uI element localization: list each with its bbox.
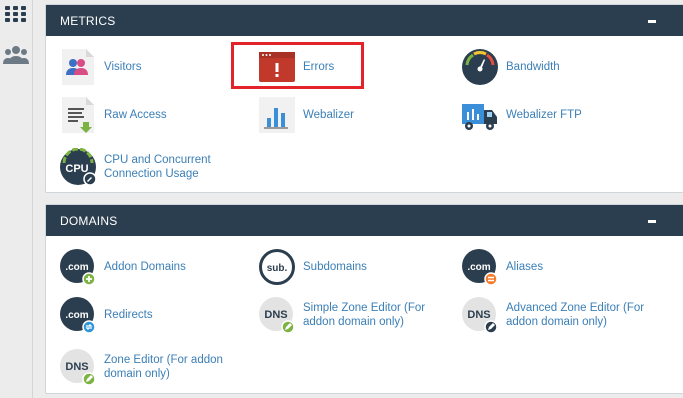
redirects-icon: .com (59, 296, 97, 334)
aliases-link[interactable]: .com Aliases (461, 248, 543, 286)
raw-access-label: Raw Access (104, 109, 167, 121)
cpu-icon: CPU (59, 148, 97, 186)
webalizer-ftp-icon (461, 96, 499, 134)
aliases-icon: .com (461, 248, 499, 286)
redirects-label: Redirects (104, 309, 153, 321)
advanced-zone-editor-icon: DNS (461, 296, 499, 334)
visitors-label: Visitors (104, 61, 142, 73)
zone-editor-link[interactable]: DNS Zone Editor (For addon domain only) (59, 348, 239, 386)
webalizer-link[interactable]: Webalizer (258, 96, 354, 134)
webalizer-icon (258, 96, 296, 134)
errors-label: Errors (303, 61, 335, 73)
zone-editor-label: Zone Editor (For addon domain only) (104, 354, 223, 380)
visitors-icon (59, 48, 97, 86)
collapse-domains-icon[interactable] (646, 214, 660, 228)
addon-domains-link[interactable]: .com Addon Domains (59, 248, 186, 286)
bandwidth-label: Bandwidth (506, 61, 560, 73)
addon-domains-icon: .com (59, 248, 97, 286)
addon-domains-icon-text: .com (65, 262, 88, 273)
webalizer-ftp-label: Webalizer FTP (506, 109, 582, 121)
metrics-panel-title: METRICS (60, 13, 116, 28)
webalizer-label: Webalizer (303, 109, 354, 121)
advanced-zone-editor-icon-text: DNS (467, 309, 490, 321)
raw-access-link[interactable]: Raw Access (59, 96, 167, 134)
addon-domains-label: Addon Domains (104, 261, 186, 273)
zone-editor-icon-text: DNS (65, 361, 88, 373)
simple-zone-editor-icon-text: DNS (264, 309, 287, 321)
collapse-metrics-icon[interactable] (646, 14, 660, 28)
redirects-link[interactable]: .com Redirects (59, 296, 153, 334)
sidebar (0, 0, 33, 398)
subdomains-icon: sub. (258, 248, 296, 286)
simple-zone-editor-icon: DNS (258, 296, 296, 334)
simple-zone-editor-link[interactable]: DNS Simple Zone Editor (For addon domain… (258, 296, 438, 334)
redirects-icon-text: .com (65, 310, 88, 321)
bandwidth-link[interactable]: Bandwidth (461, 48, 560, 86)
errors-link[interactable]: Errors (258, 48, 334, 86)
users-icon[interactable] (0, 44, 32, 72)
bandwidth-icon (461, 48, 499, 86)
subdomains-icon-text: sub. (267, 263, 288, 274)
aliases-label: Aliases (506, 261, 544, 273)
subdomains-link[interactable]: sub. Subdomains (258, 248, 367, 286)
cpu-icon-text: CPU (65, 163, 88, 175)
subdomains-label: Subdomains (303, 261, 367, 273)
raw-access-icon (59, 96, 97, 134)
advanced-zone-editor-label: Advanced Zone Editor (For addon domain o… (506, 302, 645, 328)
webalizer-ftp-link[interactable]: Webalizer FTP (461, 96, 582, 134)
aliases-icon-text: .com (467, 262, 490, 273)
cpu-usage-label: CPU and Concurrent Connection Usage (104, 154, 211, 180)
domains-panel-header[interactable]: DOMAINS (46, 205, 683, 236)
metrics-panel-header[interactable]: METRICS (46, 5, 683, 36)
cpu-usage-link[interactable]: CPU CPU and Concurrent Connection Usage (59, 148, 229, 186)
simple-zone-editor-label: Simple Zone Editor (For addon domain onl… (303, 302, 426, 328)
advanced-zone-editor-link[interactable]: DNS Advanced Zone Editor (For addon doma… (461, 296, 661, 334)
zone-editor-icon: DNS (59, 348, 97, 386)
domains-panel-title: DOMAINS (60, 213, 118, 228)
grid-icon[interactable] (0, 5, 32, 33)
errors-icon (258, 48, 296, 86)
visitors-link[interactable]: Visitors (59, 48, 142, 86)
